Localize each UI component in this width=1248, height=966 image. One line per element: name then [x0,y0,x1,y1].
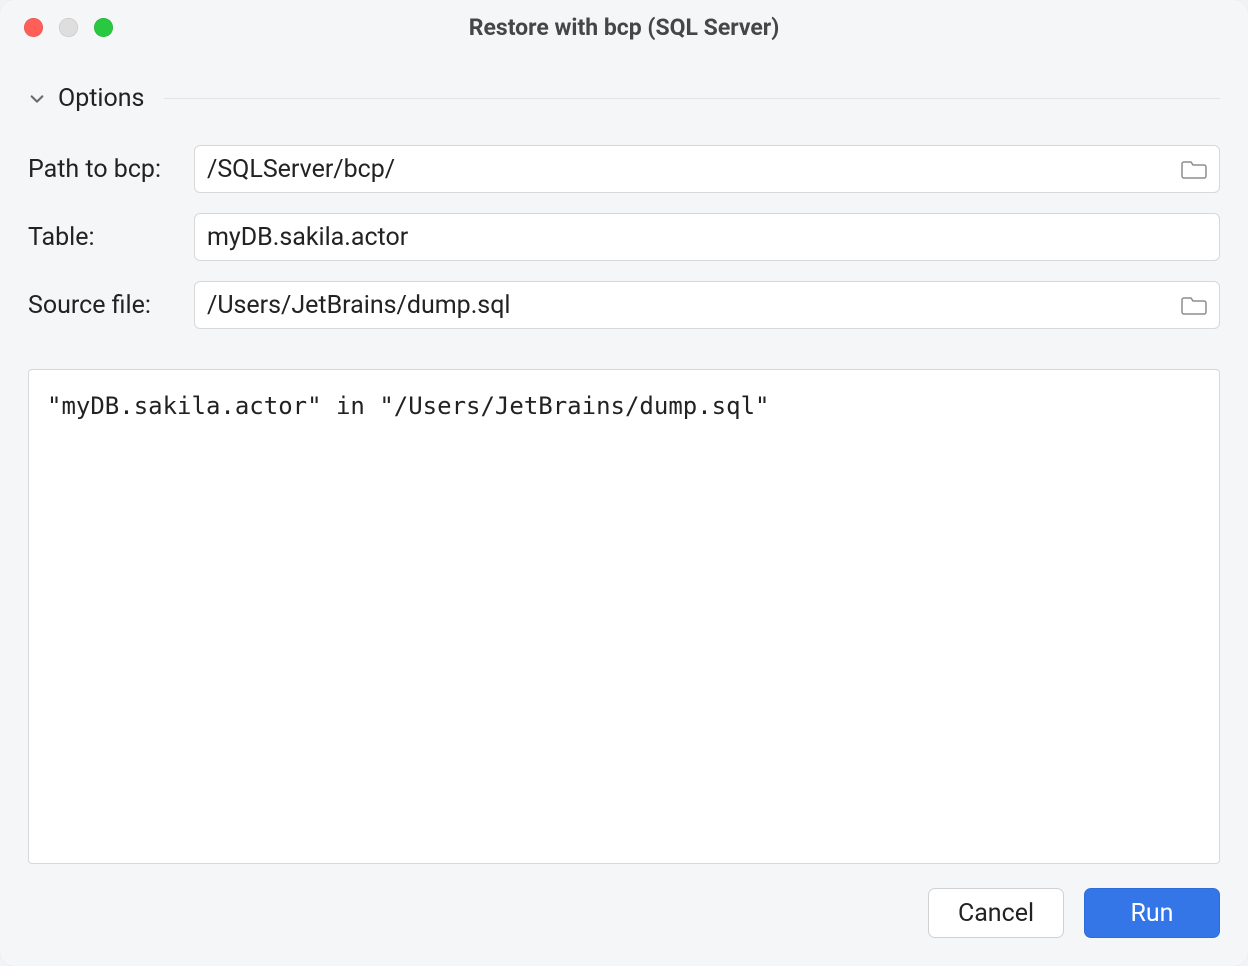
path-to-bcp-label: Path to bcp: [28,155,180,184]
window-title: Restore with bcp (SQL Server) [0,14,1248,41]
minimize-window-button[interactable] [59,18,78,37]
run-button[interactable]: Run [1084,888,1220,938]
source-file-label: Source file: [28,291,180,320]
options-section-title: Options [58,84,144,113]
path-to-bcp-input[interactable] [207,155,1171,184]
chevron-down-icon [28,90,46,108]
folder-icon[interactable] [1181,294,1207,316]
path-to-bcp-input-wrap [194,145,1220,193]
dialog-window: Restore with bcp (SQL Server) Options Pa… [0,0,1248,966]
source-file-input-wrap [194,281,1220,329]
section-divider [164,98,1220,99]
maximize-window-button[interactable] [94,18,113,37]
folder-icon[interactable] [1181,158,1207,180]
table-input[interactable] [207,223,1207,252]
dialog-content: Options Path to bcp: Table: Source file: [0,54,1248,864]
table-input-wrap [194,213,1220,261]
command-preview: "myDB.sakila.actor" in "/Users/JetBrains… [28,369,1220,864]
close-window-button[interactable] [24,18,43,37]
titlebar: Restore with bcp (SQL Server) [0,0,1248,54]
source-file-input[interactable] [207,291,1171,320]
table-row: Table: [28,213,1220,261]
table-label: Table: [28,223,180,252]
path-to-bcp-row: Path to bcp: [28,145,1220,193]
dialog-footer: Cancel Run [0,864,1248,966]
traffic-lights [0,18,113,37]
options-section-header[interactable]: Options [28,84,1220,113]
cancel-button[interactable]: Cancel [928,888,1064,938]
source-file-row: Source file: [28,281,1220,329]
